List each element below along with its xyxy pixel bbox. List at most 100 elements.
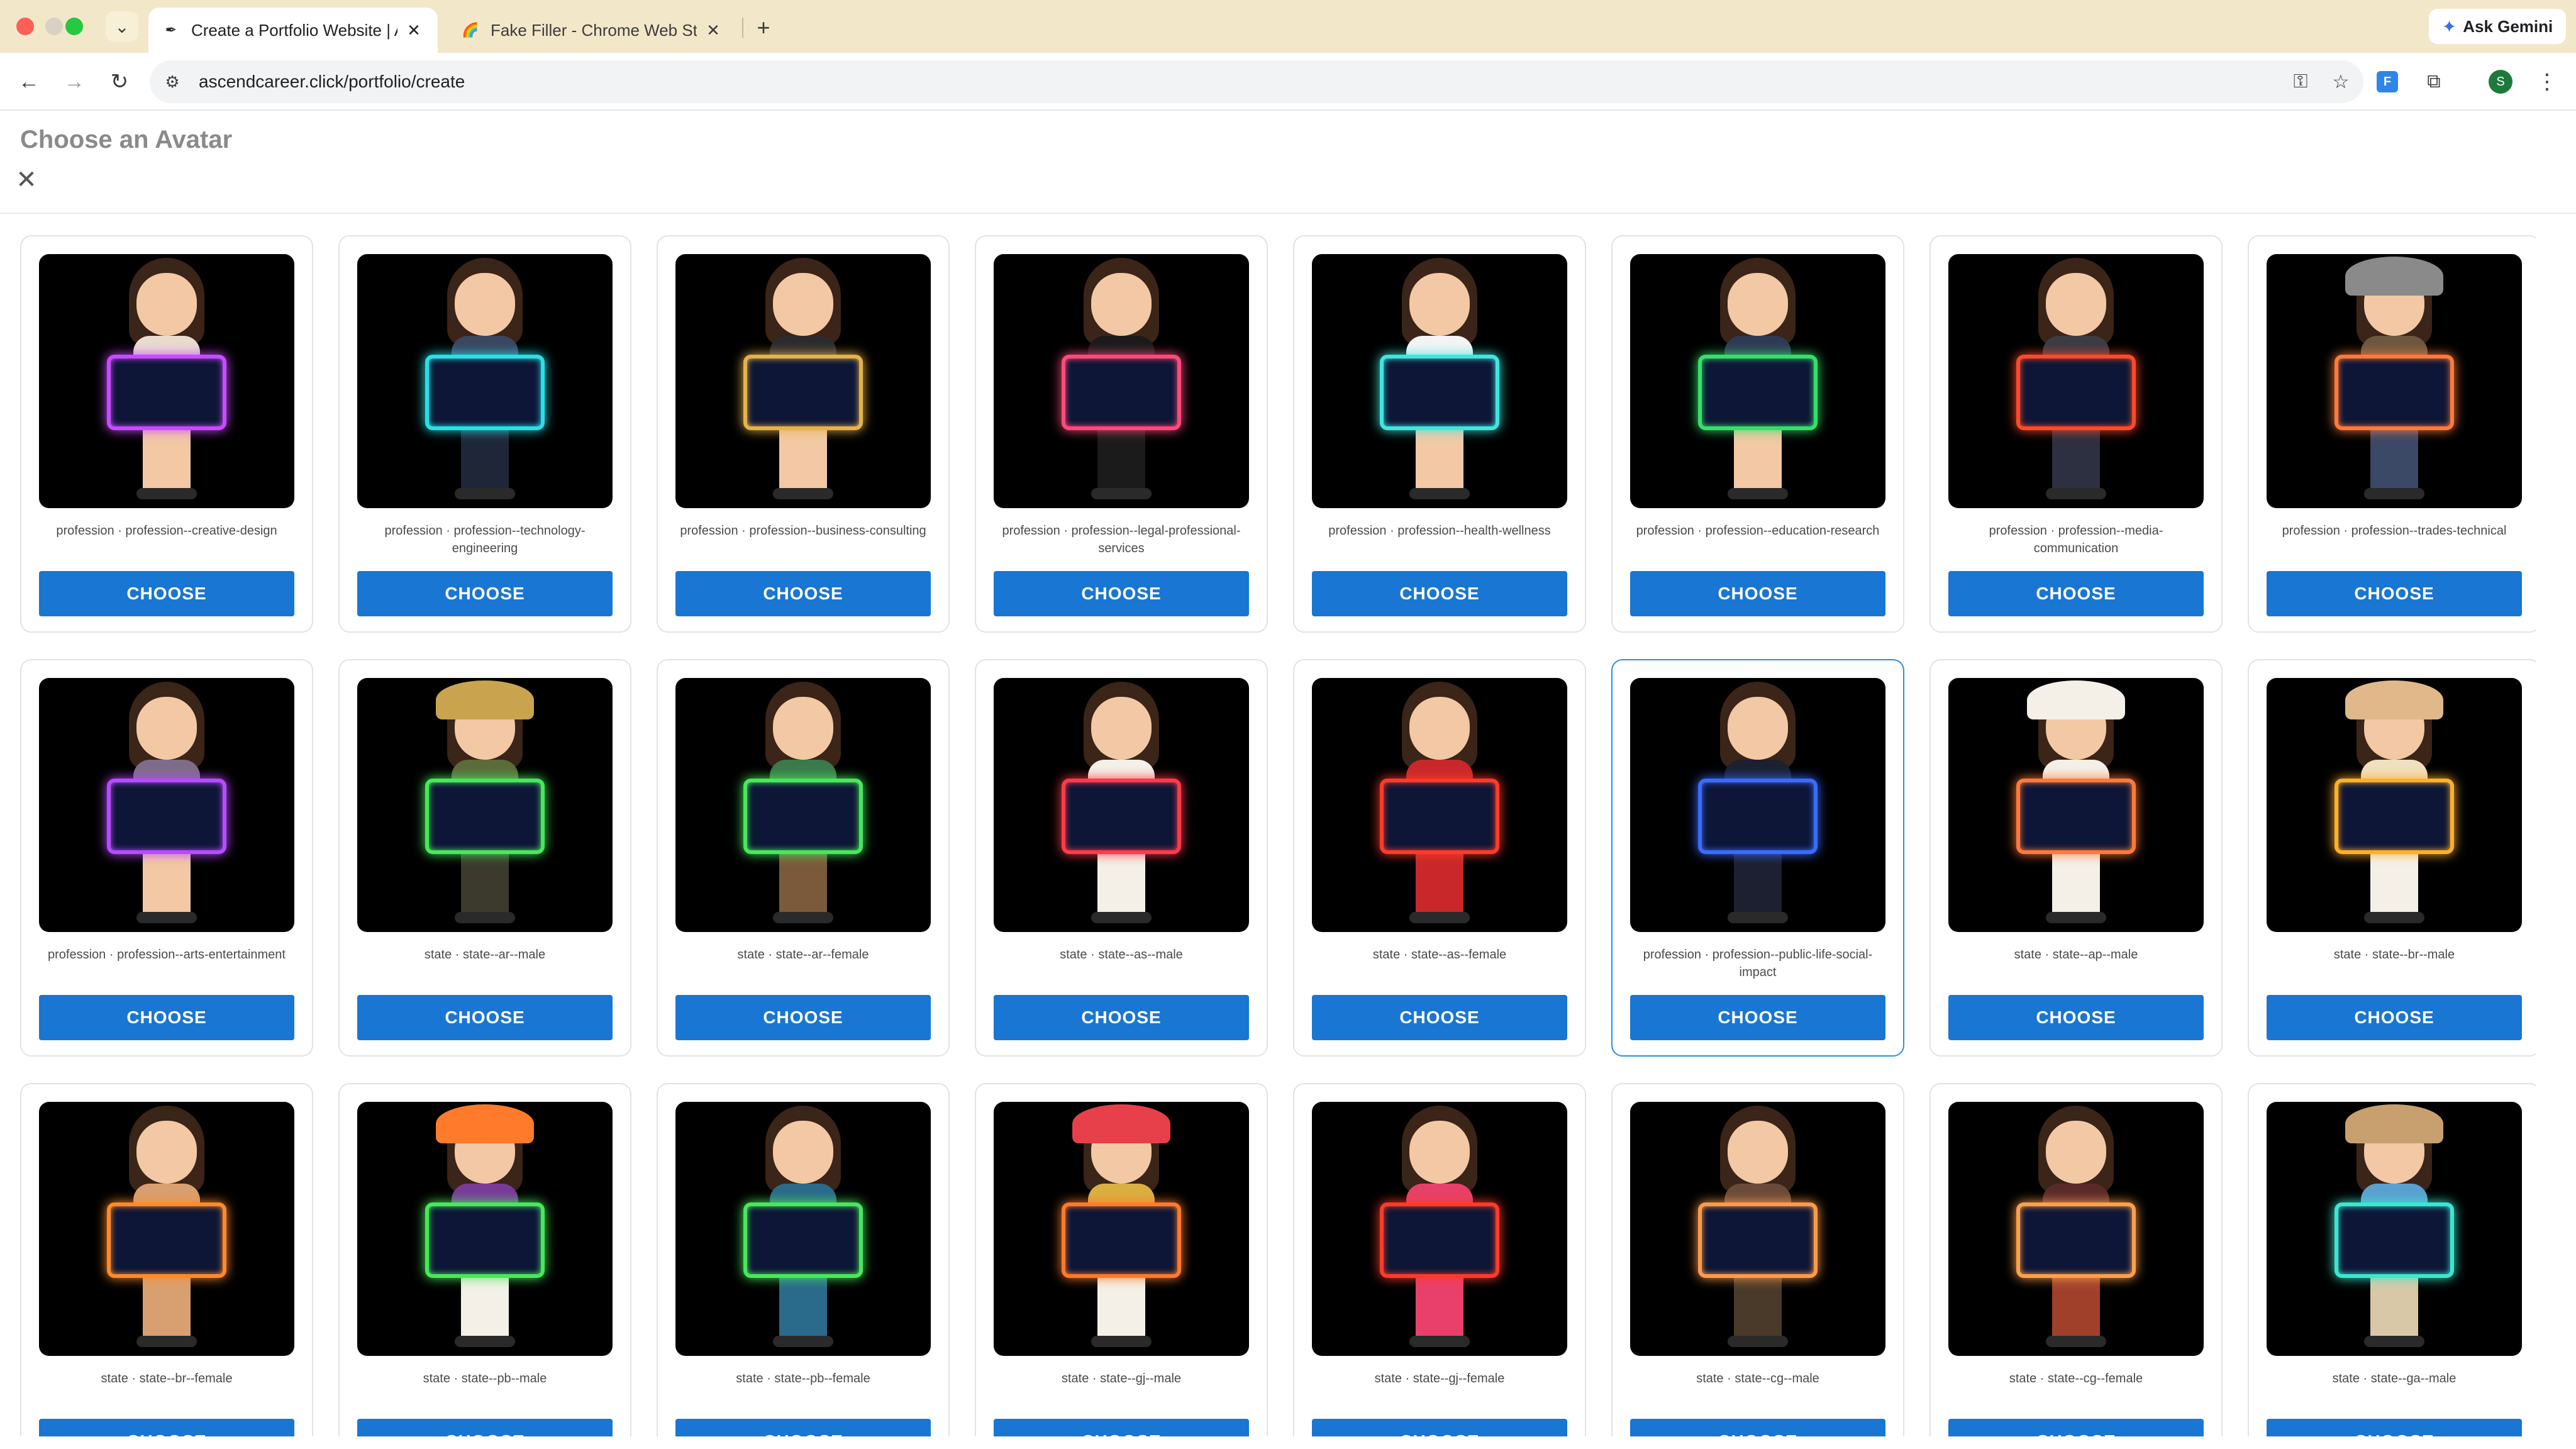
site-info-tune-icon[interactable]: ⚙ (156, 65, 189, 98)
avatar-card[interactable]: state · state--pb--male CHOOSE (338, 1083, 631, 1436)
choose-button[interactable]: CHOOSE (357, 571, 613, 616)
avatar-image[interactable] (1312, 254, 1567, 508)
choose-button[interactable]: CHOOSE (675, 1419, 931, 1436)
tab-search-chevron-icon[interactable]: ⌄ (106, 11, 138, 42)
avatar-image[interactable] (2267, 678, 2522, 932)
avatar-image[interactable] (1948, 1102, 2204, 1356)
window-zoom-button[interactable] (65, 18, 83, 35)
avatar-card[interactable]: state · state--br--male CHOOSE (2248, 659, 2536, 1057)
choose-button[interactable]: CHOOSE (675, 571, 931, 616)
avatar-card[interactable]: state · state--ap--male CHOOSE (1929, 659, 2223, 1057)
avatar-caption: state · state--gj--female (1374, 1372, 1505, 1385)
close-icon[interactable]: ✕ (14, 166, 39, 194)
choose-button[interactable]: CHOOSE (994, 571, 1249, 616)
avatar-image[interactable] (2267, 1102, 2522, 1356)
choose-button[interactable]: CHOOSE (1948, 571, 2204, 616)
avatar-card[interactable]: state · state--gj--male CHOOSE (975, 1083, 1268, 1436)
avatar-card[interactable]: profession · profession--trades-technica… (2248, 235, 2536, 633)
tab-fake-filler[interactable]: 🌈 Fake Filler - Chrome Web Sto ✕ (448, 8, 737, 53)
avatar-card[interactable]: state · state--pb--female CHOOSE (657, 1083, 950, 1436)
password-key-icon[interactable]: ⚿ (2283, 64, 2318, 99)
avatar-image[interactable] (675, 1102, 931, 1356)
choose-button[interactable]: CHOOSE (1948, 1419, 2204, 1436)
avatar-image[interactable] (1948, 254, 2204, 508)
choose-button[interactable]: CHOOSE (994, 995, 1249, 1040)
avatar-card[interactable]: profession · profession--business-consul… (657, 235, 950, 633)
avatar-card[interactable]: profession · profession--education-resea… (1611, 235, 1904, 633)
choose-button[interactable]: CHOOSE (2267, 1419, 2522, 1436)
rainbow-icon: 🌈 (462, 22, 479, 38)
choose-button[interactable]: CHOOSE (1630, 571, 1885, 616)
avatar-image[interactable] (1312, 1102, 1567, 1356)
fake-filler-extension-icon[interactable]: F (2372, 67, 2402, 97)
ask-gemini-button[interactable]: ✦ Ask Gemini (2429, 9, 2566, 44)
avatar-card[interactable]: profession · profession--media-communica… (1929, 235, 2223, 633)
back-arrow-icon[interactable]: ← (14, 67, 44, 97)
avatar-card[interactable]: profession · profession--public-life-soc… (1611, 659, 1904, 1057)
extensions-puzzle-icon[interactable]: ⧉ (2419, 67, 2449, 97)
avatar-card[interactable]: state · state--cg--female CHOOSE (1929, 1083, 2223, 1436)
avatar-image[interactable] (994, 1102, 1249, 1356)
avatar-card[interactable]: state · state--gj--female CHOOSE (1293, 1083, 1586, 1436)
choose-button[interactable]: CHOOSE (357, 1419, 613, 1436)
avatar-image[interactable] (1948, 678, 2204, 932)
avatar-image[interactable] (39, 254, 294, 508)
window-close-button[interactable] (16, 18, 34, 35)
avatar-card[interactable]: profession · profession--arts-entertainm… (20, 659, 313, 1057)
profile-avatar[interactable]: S (2485, 67, 2516, 97)
avatar-card[interactable]: profession · profession--legal-professio… (975, 235, 1268, 633)
choose-button[interactable]: CHOOSE (39, 571, 294, 616)
choose-button[interactable]: CHOOSE (2267, 571, 2522, 616)
avatar-image[interactable] (1312, 678, 1567, 932)
avatar-card[interactable]: profession · profession--health-wellness… (1293, 235, 1586, 633)
avatar-image[interactable] (1630, 1102, 1885, 1356)
avatar-card[interactable]: state · state--as--male CHOOSE (975, 659, 1268, 1057)
avatar-card[interactable]: state · state--ar--male CHOOSE (338, 659, 631, 1057)
forward-arrow-icon[interactable]: → (59, 67, 89, 97)
window-minimize-button[interactable] (45, 18, 63, 35)
choose-button[interactable]: CHOOSE (994, 1419, 1249, 1436)
tab-close-icon[interactable]: ✕ (404, 20, 424, 40)
choose-button[interactable]: CHOOSE (1312, 571, 1567, 616)
choose-button[interactable]: CHOOSE (357, 995, 613, 1040)
avatar-image[interactable] (1630, 678, 1885, 932)
avatar-card[interactable]: state · state--ga--male CHOOSE (2248, 1083, 2536, 1436)
new-tab-plus-icon[interactable]: + (750, 14, 777, 42)
tab-close-icon[interactable]: ✕ (703, 20, 723, 40)
avatar-image[interactable] (2267, 254, 2522, 508)
avatar-image[interactable] (675, 254, 931, 508)
choose-button[interactable]: CHOOSE (39, 1419, 294, 1436)
avatar-image[interactable] (39, 1102, 294, 1356)
avatar-image[interactable] (39, 678, 294, 932)
avatar-image[interactable] (994, 678, 1249, 932)
avatar-feet (1728, 488, 1788, 499)
avatar-image[interactable] (1630, 254, 1885, 508)
avatar-image[interactable] (357, 678, 613, 932)
avatar-card[interactable]: profession · profession--creative-design… (20, 235, 313, 633)
address-bar[interactable]: ⚙ ascendcareer.click/portfolio/create ⚿ … (150, 60, 2363, 103)
avatar-card[interactable]: state · state--as--female CHOOSE (1293, 659, 1586, 1057)
choose-button[interactable]: CHOOSE (39, 995, 294, 1040)
bookmark-star-icon[interactable]: ☆ (2323, 64, 2358, 99)
avatar-card[interactable]: profession · profession--technology-engi… (338, 235, 631, 633)
url-text[interactable]: ascendcareer.click/portfolio/create (199, 72, 2283, 92)
choose-button[interactable]: CHOOSE (1948, 995, 2204, 1040)
avatar-image[interactable] (357, 1102, 613, 1356)
choose-button[interactable]: CHOOSE (1630, 995, 1885, 1040)
tab-create-portfolio[interactable]: ✒ Create a Portfolio Website | A ✕ (148, 8, 438, 53)
avatar-image[interactable] (357, 254, 613, 508)
avatar-image[interactable] (675, 678, 931, 932)
avatar-grid-scroll[interactable]: profession · profession--creative-design… (20, 235, 2536, 1436)
reload-icon[interactable]: ↻ (104, 67, 135, 97)
avatar-card[interactable]: state · state--ar--female CHOOSE (657, 659, 950, 1057)
avatar-card[interactable]: state · state--cg--male CHOOSE (1611, 1083, 1904, 1436)
avatar-legs (1097, 1272, 1145, 1341)
choose-button[interactable]: CHOOSE (1312, 995, 1567, 1040)
choose-button[interactable]: CHOOSE (1312, 1419, 1567, 1436)
more-menu-icon[interactable]: ⋮ (2532, 67, 2562, 97)
choose-button[interactable]: CHOOSE (2267, 995, 2522, 1040)
avatar-image[interactable] (994, 254, 1249, 508)
choose-button[interactable]: CHOOSE (675, 995, 931, 1040)
avatar-card[interactable]: state · state--br--female CHOOSE (20, 1083, 313, 1436)
choose-button[interactable]: CHOOSE (1630, 1419, 1885, 1436)
